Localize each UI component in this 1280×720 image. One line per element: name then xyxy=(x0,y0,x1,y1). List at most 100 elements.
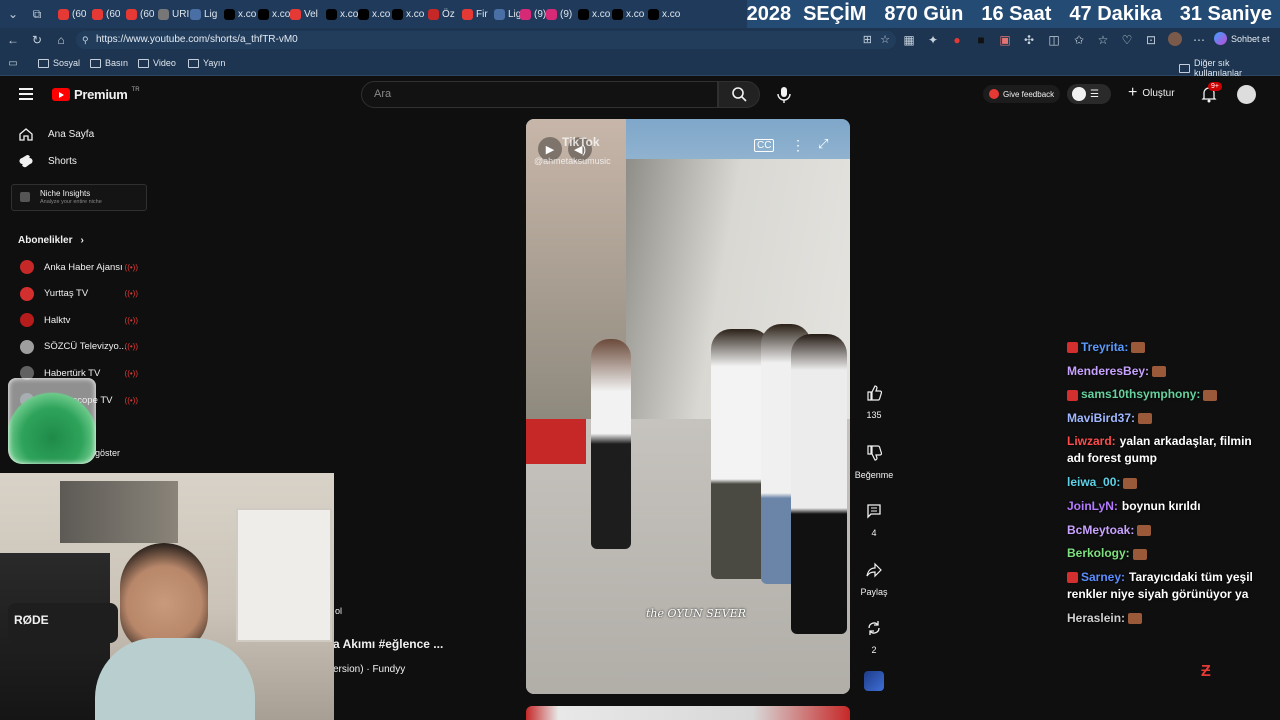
bookmark-folder-video[interactable]: Video xyxy=(138,58,176,68)
subscription-channel[interactable]: Yurttaş TV ((•)) xyxy=(20,286,142,301)
extensions-puzzle-icon[interactable]: ✣ xyxy=(1022,33,1036,47)
x-icon xyxy=(392,8,403,20)
youtube-premium-logo[interactable]: Premium TR xyxy=(52,87,140,102)
browser-tab[interactable]: Fir xyxy=(462,6,488,22)
browser-tab[interactable]: (9) xyxy=(546,6,572,22)
niche-insights-widget[interactable]: Niche Insights Analyze your entire niche xyxy=(11,184,147,211)
reload-icon[interactable]: ↻ xyxy=(30,33,44,47)
browser-tab[interactable]: (60 xyxy=(92,6,120,22)
folder-icon xyxy=(188,58,199,68)
browser-tab[interactable]: Lig xyxy=(494,6,521,22)
other-bookmarks-folder[interactable]: Diğer sık kullanılanlar xyxy=(1179,58,1280,78)
live-indicator-icon: ((•)) xyxy=(124,368,138,378)
browser-tab[interactable]: x.co xyxy=(578,6,610,22)
subscriptions-heading[interactable]: Abonelikler › xyxy=(18,235,84,246)
chat-username: MenderesBey: xyxy=(1067,363,1150,378)
more-menu-icon[interactable]: ⋯ xyxy=(1192,33,1206,47)
instagram-icon xyxy=(546,8,557,20)
channel-avatar xyxy=(20,286,34,301)
browser-tab[interactable]: URI xyxy=(158,6,189,22)
bookmark-label: Diğer sık kullanılanlar xyxy=(1194,58,1243,78)
browser-tab[interactable]: x.co xyxy=(612,6,644,22)
channel-name-partial[interactable]: ol xyxy=(335,606,342,616)
share-button[interactable]: Paylaş xyxy=(848,557,900,597)
short-music-info[interactable]: ersion) · Fundyy xyxy=(333,664,405,675)
browser-tab[interactable]: Öz xyxy=(428,6,455,22)
tab-label: Öz xyxy=(442,8,455,20)
browser-tab[interactable]: x.co xyxy=(358,6,390,22)
bookmark-folder-sosyal[interactable]: Sosyal xyxy=(38,58,80,68)
subscription-channel[interactable]: Halktv ((•)) xyxy=(20,313,142,328)
browser-tab[interactable]: (9) xyxy=(520,6,546,22)
give-feedback-button[interactable]: Give feedback xyxy=(983,85,1061,103)
show-more-link[interactable]: göster xyxy=(95,448,120,458)
extension-icon[interactable]: ■ xyxy=(974,33,988,47)
bookmark-label: Yayın xyxy=(203,58,226,68)
tab-list-chevron-icon[interactable]: ⌄ xyxy=(6,7,20,21)
create-button[interactable]: + Oluştur xyxy=(1128,85,1175,101)
browser-tab[interactable]: (60 xyxy=(58,6,86,22)
address-bar[interactable]: ⚲ https://www.youtube.com/shorts/a_thfTR… xyxy=(76,31,896,49)
notifications-button[interactable]: 9+ xyxy=(1201,82,1222,108)
shorts-video-player[interactable]: ▶ ◀) TikTok @ahmetaksumusic CC ⋮ ⤢ the O… xyxy=(526,119,850,694)
thumbs-down-icon xyxy=(861,440,887,466)
collections-icon[interactable]: ☆ xyxy=(1096,33,1110,47)
comments-button[interactable]: 4 xyxy=(848,498,900,538)
search-input[interactable]: Ara xyxy=(361,81,718,108)
subscription-channel[interactable]: SÖZCÜ Televizyo... ((•)) xyxy=(20,339,142,354)
site-info-icon[interactable]: ⚲ xyxy=(82,31,89,49)
sidebar-item-shorts[interactable]: Shorts xyxy=(18,154,77,168)
countdown-title: SEÇİM xyxy=(803,2,867,25)
sidebar-item-home[interactable]: Ana Sayfa xyxy=(18,127,94,141)
heart-icon[interactable]: ♡ xyxy=(1120,33,1134,47)
tab-label: (60 xyxy=(72,8,87,20)
extension-icon[interactable]: ▦ xyxy=(902,33,916,47)
browser-tab[interactable]: Vel xyxy=(290,6,318,22)
browser-tab[interactable]: x.co xyxy=(224,6,256,22)
sound-thumbnail[interactable] xyxy=(864,671,884,691)
reading-list-icon[interactable]: ▭ xyxy=(6,57,20,71)
streamer-webcam: RØDE xyxy=(0,473,334,720)
chat-username: leiwa_00: xyxy=(1067,475,1121,490)
split-screen-icon[interactable]: ◫ xyxy=(1047,33,1061,47)
dislike-button[interactable]: Beğenme xyxy=(848,440,900,480)
copilot-chat-button[interactable]: Sohbet et xyxy=(1214,32,1270,45)
screenshot-icon[interactable]: ⊡ xyxy=(1144,33,1158,47)
bookmark-folder-basin[interactable]: Basın xyxy=(90,58,128,68)
next-short-preview[interactable] xyxy=(526,706,850,720)
favorites-icon[interactable]: ✩ xyxy=(1072,33,1086,47)
home-icon[interactable]: ⌂ xyxy=(54,33,68,47)
favorite-star-icon[interactable]: ☆ xyxy=(880,31,890,49)
browser-tab[interactable]: x.co xyxy=(392,6,424,22)
account-avatar[interactable] xyxy=(1237,85,1256,104)
profile-avatar[interactable] xyxy=(1168,32,1182,46)
bookmarks-bar: ▭ Sosyal Basın Video Yayın Diğer sık kul… xyxy=(0,52,1280,78)
chat-message: MaviBird37: xyxy=(1067,410,1267,427)
subscription-channel[interactable]: Anka Haber Ajansı ((•)) xyxy=(20,260,142,274)
workspaces-icon[interactable]: ⧉ xyxy=(30,7,44,21)
remix-button[interactable]: 2 xyxy=(848,615,900,655)
bookmark-folder-yayin[interactable]: Yayın xyxy=(188,58,225,68)
closed-captions-icon[interactable]: CC xyxy=(754,139,775,152)
fullscreen-icon[interactable]: ⤢ xyxy=(818,136,828,152)
back-icon[interactable]: ← xyxy=(6,33,20,47)
slash-icon xyxy=(190,8,201,20)
browser-tab[interactable]: Lig xyxy=(190,6,217,22)
extension-icon[interactable]: ▣ xyxy=(998,33,1012,47)
like-button[interactable]: 135 xyxy=(848,380,900,420)
give-feedback-label: Give feedback xyxy=(1003,89,1055,99)
channel-avatar xyxy=(20,339,34,354)
short-title[interactable]: a Akımı #eğlence ... xyxy=(333,637,443,651)
extension-icon[interactable]: ✦ xyxy=(926,33,940,47)
apps-icon[interactable]: ⊞ xyxy=(863,31,872,49)
browser-tab[interactable]: x.co xyxy=(326,6,358,22)
theme-toggle[interactable]: ☰ xyxy=(1067,84,1111,104)
hamburger-menu-icon[interactable] xyxy=(19,88,33,100)
browser-tab[interactable]: x.co xyxy=(648,6,680,22)
search-button[interactable] xyxy=(718,81,760,108)
more-vert-icon[interactable]: ⋮ xyxy=(791,137,805,154)
browser-tab[interactable]: x.co xyxy=(258,6,290,22)
voice-search-button[interactable] xyxy=(776,86,792,109)
extension-icon[interactable]: ● xyxy=(950,33,964,47)
browser-tab[interactable]: (60 xyxy=(126,6,154,22)
